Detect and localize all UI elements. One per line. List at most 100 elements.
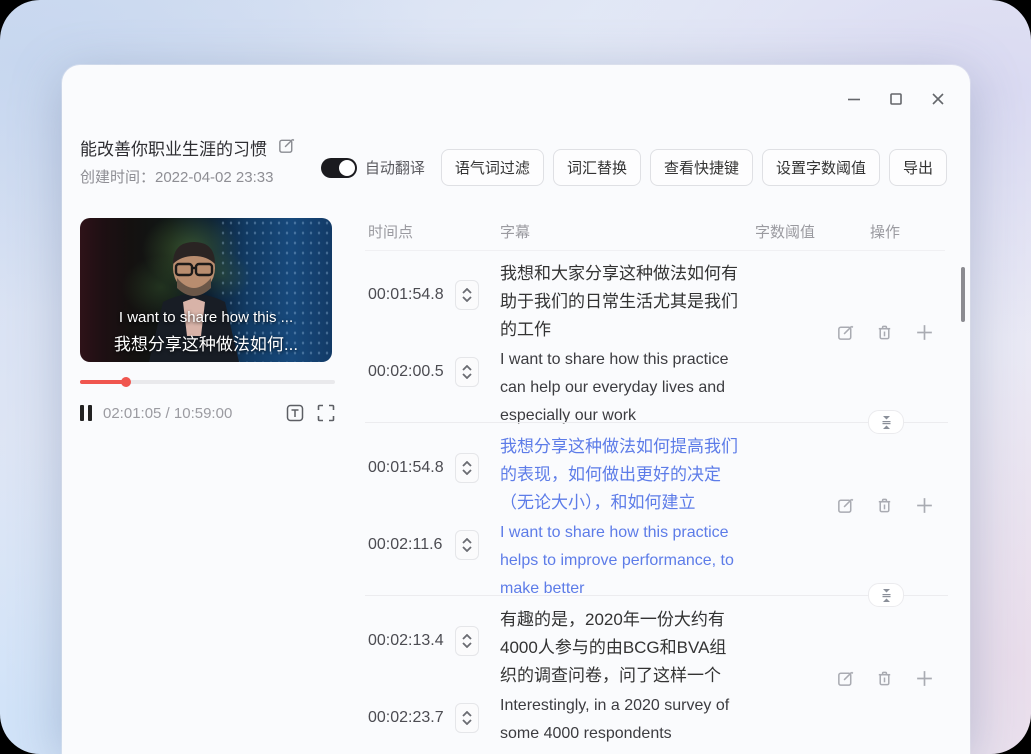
auto-translate-label: 自动翻译 [365,157,425,178]
trash-icon [875,323,894,342]
subtitle-list: 00:01:54.8 我想和大家分享这种做法如何有助于我们的日常生活尤其是我们的… [368,250,948,754]
close-icon [930,91,946,107]
subtitle-text-cn[interactable]: 我想和大家分享这种做法如何有助于我们的日常生活尤其是我们的工作 [500,260,743,339]
created-time-label: 创建时间：2022-04-02 23:33 [80,166,273,187]
timestamp-stepper[interactable] [455,530,479,560]
auto-translate-toggle-group: 自动翻译 [321,157,425,178]
chevron-down-icon [462,296,472,302]
subtitle-text-en[interactable]: I want to share how this practice helps … [500,519,743,598]
auto-translate-toggle[interactable] [321,158,357,178]
text-icon [286,404,304,422]
toolbar-buttons: 语气词过滤词汇替换查看快捷键设置字数阈值导出 [441,149,947,186]
edit-icon [836,323,855,342]
toolbar-button[interactable]: 设置字数阈值 [762,149,880,186]
trash-icon [875,496,894,515]
edit-title-button[interactable] [277,136,296,160]
col-header-time: 时间点 [368,221,413,242]
timestamp-cn: 00:02:13.4 [368,632,444,650]
timestamp-stepper[interactable] [455,626,479,656]
video-subtitle-en: I want to share how this ... [80,309,332,326]
player-controls: 02:01:05 / 10:59:00 [80,401,335,425]
edit-row-button[interactable] [836,669,855,688]
timestamp-stepper[interactable] [455,357,479,387]
trash-icon [875,669,894,688]
maximize-button[interactable] [886,89,906,109]
chevron-down-icon [462,373,472,379]
merge-rows-button[interactable] [868,583,904,607]
toggle-knob [339,160,355,176]
subtitle-toggle-button[interactable] [286,404,304,422]
timestamp-cn: 00:01:54.8 [368,459,444,477]
edit-icon [277,136,296,155]
toolbar-button[interactable]: 语气词过滤 [441,149,544,186]
chevron-up-icon [462,288,472,294]
timestamp-stepper[interactable] [455,703,479,733]
chevron-up-icon [462,365,472,371]
toolbar: 自动翻译 语气词过滤词汇替换查看快捷键设置字数阈值导出 [321,149,947,186]
screenshot-stage: 能改善你职业生涯的习惯 创建时间：2022-04-02 23:33 自动翻译 语… [0,0,1031,754]
fullscreen-button[interactable] [317,404,335,422]
fullscreen-icon [317,404,335,422]
subtitle-text-en[interactable]: Interestingly, in a 2020 survey of some … [500,692,743,754]
close-button[interactable] [928,89,948,109]
merge-icon [881,589,892,602]
edit-row-button[interactable] [836,323,855,342]
subtitle-row: 00:01:54.8 我想分享这种做法如何提高我们的表现，如何做出更好的决定（无… [368,423,948,596]
time-display: 02:01:05 / 10:59:00 [103,405,232,422]
window-controls [844,89,948,109]
video-subtitle-cn: 我想分享这种做法如何... [80,330,332,355]
subtitle-row: 00:01:54.8 我想和大家分享这种做法如何有助于我们的日常生活尤其是我们的… [368,250,948,423]
col-header-subtitle: 字幕 [500,221,530,242]
row-actions [836,668,935,689]
video-progress-bar[interactable] [80,377,335,387]
timestamp-en: 00:02:11.6 [368,536,442,554]
row-actions [836,322,935,343]
delete-row-button[interactable] [875,323,894,342]
app-window: 能改善你职业生涯的习惯 创建时间：2022-04-02 23:33 自动翻译 语… [62,65,970,754]
col-header-actions: 操作 [870,221,900,242]
chevron-up-icon [462,634,472,640]
scrollbar-thumb[interactable] [961,267,965,322]
progress-handle[interactable] [121,377,131,387]
plus-icon [914,322,935,343]
add-row-button[interactable] [914,668,935,689]
subtitle-text-cn[interactable]: 我想分享这种做法如何提高我们的表现，如何做出更好的决定（无论大小），和如何建立 [500,433,743,512]
subtitle-text-cn[interactable]: 有趣的是，2020年一份大约有4000人参与的由BCG和BVA组织的调查问卷，问… [500,606,743,685]
timestamp-en: 00:02:23.7 [368,709,444,727]
toolbar-button[interactable]: 词汇替换 [553,149,641,186]
plus-icon [914,668,935,689]
timestamp-en: 00:02:00.5 [368,363,444,381]
toolbar-button[interactable]: 导出 [889,149,947,186]
minimize-button[interactable] [844,89,864,109]
timestamp-stepper[interactable] [455,280,479,310]
plus-icon [914,495,935,516]
chevron-up-icon [462,538,472,544]
document-header: 能改善你职业生涯的习惯 [80,135,296,160]
pause-button[interactable] [80,405,92,421]
maximize-icon [888,91,904,107]
chevron-up-icon [462,711,472,717]
add-row-button[interactable] [914,495,935,516]
merge-icon [881,416,892,429]
desktop-background: 能改善你职业生涯的习惯 创建时间：2022-04-02 23:33 自动翻译 语… [0,0,1031,754]
video-player[interactable]: I want to share how this ... 我想分享这种做法如何.… [80,218,332,362]
timestamp-cn: 00:01:54.8 [368,286,444,304]
delete-row-button[interactable] [875,669,894,688]
edit-row-button[interactable] [836,496,855,515]
page-title: 能改善你职业生涯的习惯 [80,135,267,160]
subtitle-text-en[interactable]: I want to share how this practice can he… [500,346,743,425]
subtitle-row: 00:02:13.4 有趣的是，2020年一份大约有4000人参与的由BCG和B… [368,596,948,754]
col-header-threshold: 字数阈值 [755,221,815,242]
merge-rows-button[interactable] [868,410,904,434]
chevron-down-icon [462,546,472,552]
add-row-button[interactable] [914,322,935,343]
chevron-down-icon [462,719,472,725]
row-actions [836,495,935,516]
chevron-down-icon [462,642,472,648]
timestamp-stepper[interactable] [455,453,479,483]
delete-row-button[interactable] [875,496,894,515]
chevron-up-icon [462,461,472,467]
toolbar-button[interactable]: 查看快捷键 [650,149,753,186]
edit-icon [836,496,855,515]
minimize-icon [846,91,862,107]
